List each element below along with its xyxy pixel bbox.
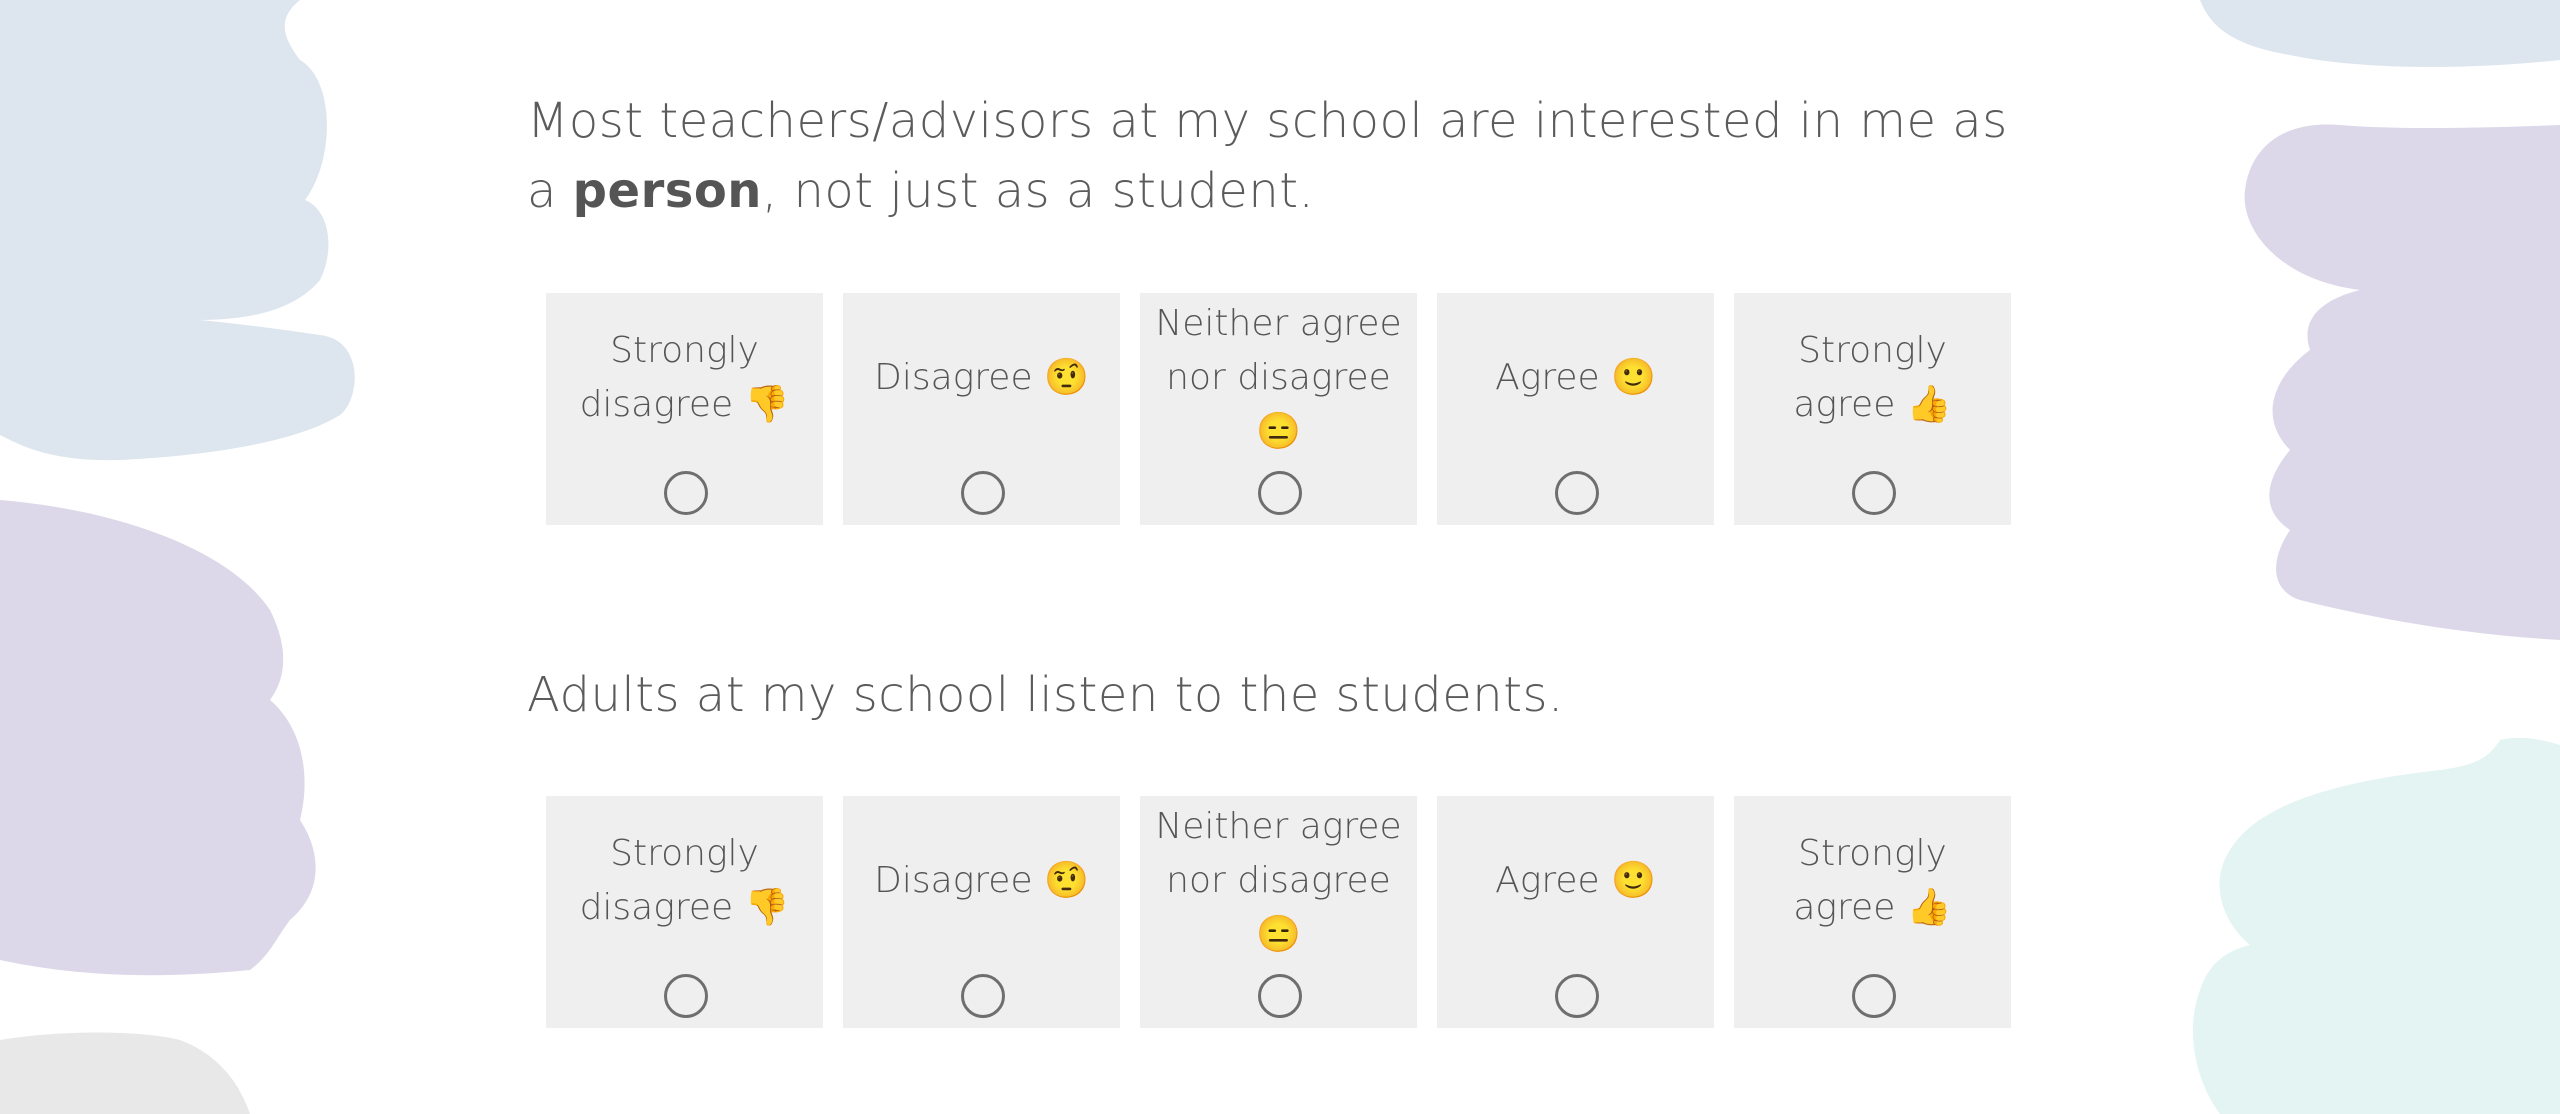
option-strongly-agree[interactable]: Strongly agree 👍 bbox=[1734, 293, 2011, 525]
question-1-text-end: , not just as a student. bbox=[761, 163, 1315, 219]
option-neither[interactable]: Neither agree nor disagree 😑 bbox=[1140, 796, 1417, 1028]
option-label: Agree 🙂 bbox=[1495, 357, 1656, 398]
question-1-options: Strongly disagree 👎 Disagree 🤨 Neither a… bbox=[546, 293, 2011, 525]
question-1-text: Most teachers/advisors at my school are … bbox=[527, 86, 2027, 226]
option-label: Strongly agree 👍 bbox=[1793, 330, 1952, 425]
blob-mid-right bbox=[2244, 124, 2560, 640]
option-label: Agree 🙂 bbox=[1495, 860, 1656, 901]
question-1: Most teachers/advisors at my school are … bbox=[527, 86, 2027, 525]
radio-button[interactable] bbox=[1554, 471, 1599, 515]
radio-button[interactable] bbox=[1851, 471, 1896, 515]
radio-button[interactable] bbox=[1554, 974, 1599, 1018]
question-1-text-bold: person bbox=[572, 163, 762, 219]
blob-bottom-right bbox=[2192, 737, 2560, 1114]
option-strongly-disagree[interactable]: Strongly disagree 👎 bbox=[546, 293, 823, 525]
option-label: Neither agree nor disagree 😑 bbox=[1155, 806, 1402, 955]
radio-button[interactable] bbox=[1257, 471, 1302, 515]
option-label: Strongly agree 👍 bbox=[1793, 833, 1952, 928]
option-neither[interactable]: Neither agree nor disagree 😑 bbox=[1140, 293, 1417, 525]
option-disagree[interactable]: Disagree 🤨 bbox=[843, 796, 1120, 1028]
option-agree[interactable]: Agree 🙂 bbox=[1437, 293, 1714, 525]
radio-button[interactable] bbox=[663, 471, 708, 515]
radio-button[interactable] bbox=[1851, 974, 1896, 1018]
radio-button[interactable] bbox=[1257, 974, 1302, 1018]
blob-top-left bbox=[0, 0, 355, 461]
radio-button[interactable] bbox=[960, 974, 1005, 1018]
blob-mid-left bbox=[0, 500, 316, 976]
option-label: Strongly disagree 👎 bbox=[579, 330, 790, 425]
radio-button[interactable] bbox=[960, 471, 1005, 515]
blob-bottom-left bbox=[0, 1032, 250, 1114]
question-2: Adults at my school listen to the studen… bbox=[527, 660, 2027, 1028]
survey-page: Most teachers/advisors at my school are … bbox=[0, 0, 2560, 1114]
question-2-text: Adults at my school listen to the studen… bbox=[527, 667, 1564, 723]
option-label: Strongly disagree 👎 bbox=[579, 833, 790, 928]
radio-button[interactable] bbox=[663, 974, 708, 1018]
option-strongly-agree[interactable]: Strongly agree 👍 bbox=[1734, 796, 2011, 1028]
option-label: Neither agree nor disagree 😑 bbox=[1155, 303, 1402, 452]
option-label: Disagree 🤨 bbox=[874, 860, 1089, 901]
option-agree[interactable]: Agree 🙂 bbox=[1437, 796, 1714, 1028]
option-strongly-disagree[interactable]: Strongly disagree 👎 bbox=[546, 796, 823, 1028]
option-disagree[interactable]: Disagree 🤨 bbox=[843, 293, 1120, 525]
question-2-options: Strongly disagree 👎 Disagree 🤨 Neither a… bbox=[546, 796, 2011, 1028]
blob-top-right bbox=[2200, 0, 2560, 67]
option-label: Disagree 🤨 bbox=[874, 357, 1089, 398]
